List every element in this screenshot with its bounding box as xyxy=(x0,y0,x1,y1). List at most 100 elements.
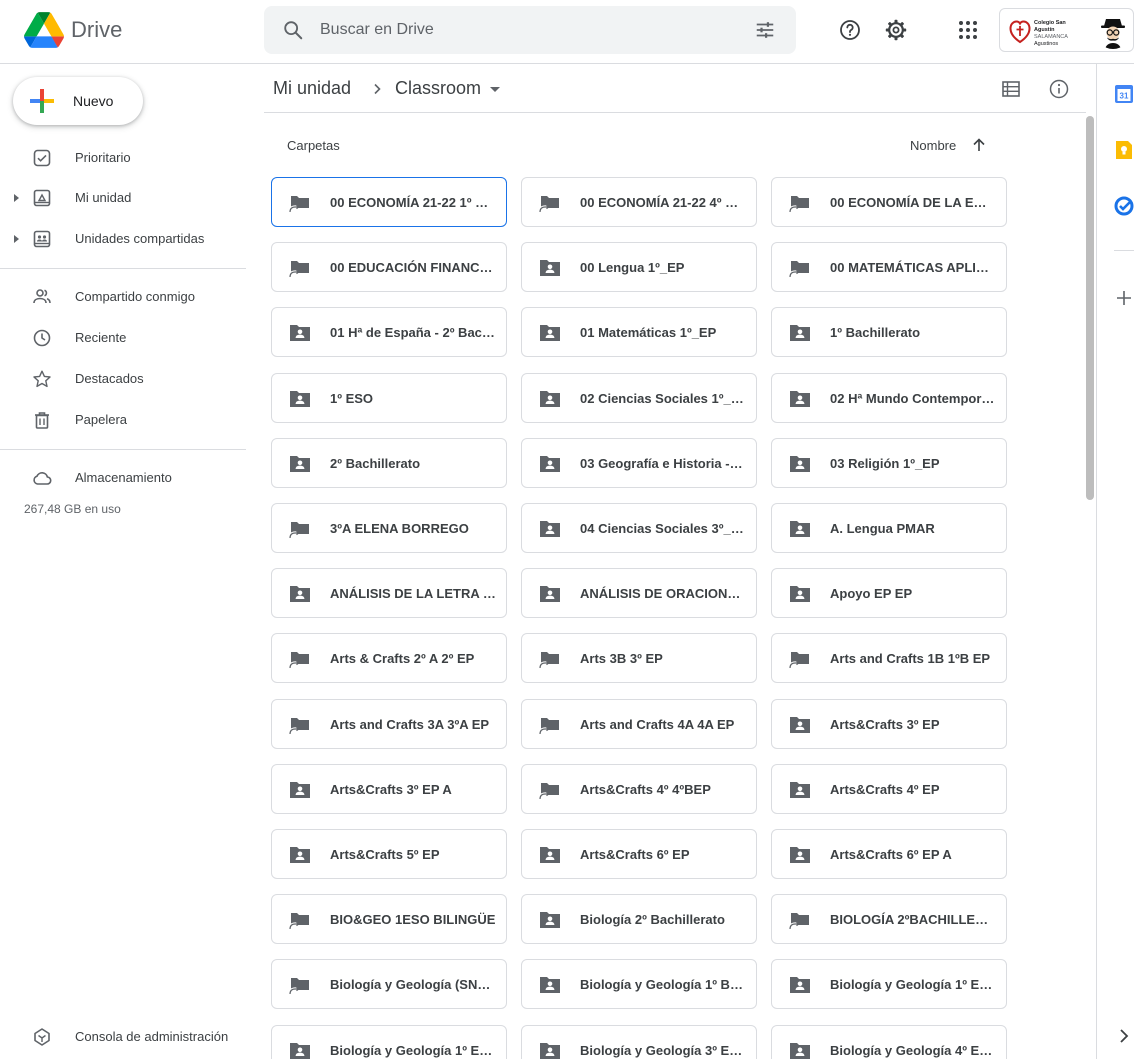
sidebar-item-shared-drives[interactable]: Unidades compartidas xyxy=(0,222,246,256)
calendar-icon[interactable]: 31 xyxy=(1114,84,1134,104)
shortcut-folder-icon xyxy=(789,652,809,669)
folder-card[interactable]: 01 Hª de España - 2º Bachillerato xyxy=(271,307,507,357)
shared-folder-icon xyxy=(540,847,560,863)
folder-card[interactable]: Arts and Crafts 4A 4A EP xyxy=(521,699,757,749)
sidebar-item-storage[interactable]: Almacenamiento xyxy=(0,461,246,495)
folder-card[interactable]: Biología y Geología 1º ESO xyxy=(771,959,1007,1009)
tasks-icon[interactable] xyxy=(1114,196,1134,216)
folder-card[interactable]: 2º Bachillerato xyxy=(271,438,507,488)
chevron-down-icon[interactable] xyxy=(490,87,500,92)
shortcut-folder-icon xyxy=(289,913,309,930)
folder-card[interactable]: Arts and Crafts 3A 3ºA EP xyxy=(271,699,507,749)
folder-card[interactable]: 00 ECONOMÍA 21-22 1º BACHILLERATO xyxy=(271,177,507,227)
folder-card[interactable]: Biología y Geología 1º Bachillerato xyxy=(521,959,757,1009)
shortcut-folder-icon xyxy=(289,522,309,539)
list-view-icon[interactable] xyxy=(1000,78,1022,100)
folder-name: 02 Ciencias Sociales 1º_EP xyxy=(580,391,746,406)
folder-card[interactable]: Arts&Crafts 6º EP A xyxy=(771,829,1007,879)
folder-card[interactable]: Arts&Crafts 3º EP A xyxy=(271,764,507,814)
folder-card[interactable]: 1º Bachillerato xyxy=(771,307,1007,357)
folder-card[interactable]: Arts&Crafts 4º 4ºBEP xyxy=(521,764,757,814)
folder-card[interactable]: 3ºA ELENA BORREGO xyxy=(271,503,507,553)
folder-card[interactable]: Arts&Crafts 4º EP xyxy=(771,764,1007,814)
folder-name: Arts&Crafts 3º EP xyxy=(830,717,940,732)
folder-card[interactable]: Arts 3B 3º EP xyxy=(521,633,757,683)
folder-card[interactable]: 00 EDUCACIÓN FINANCIERA xyxy=(271,242,507,292)
breadcrumb-current[interactable]: Classroom xyxy=(395,78,481,99)
folder-card[interactable]: 00 MATEMÁTICAS APLICADAS xyxy=(771,242,1007,292)
folder-name: Apoyo EP EP xyxy=(830,586,913,601)
folder-card[interactable]: 03 Religión 1º_EP xyxy=(771,438,1007,488)
drive-logo-icon[interactable] xyxy=(24,12,64,48)
folder-card[interactable]: 00 ECONOMÍA 21-22 4º ESO xyxy=(521,177,757,227)
sidebar-item-priority[interactable]: Prioritario xyxy=(0,141,246,175)
folder-card[interactable]: 02 Hª Mundo Contemporáneo xyxy=(771,373,1007,423)
search-icon[interactable] xyxy=(282,19,304,41)
trash-icon xyxy=(35,412,49,429)
folder-name: 00 MATEMÁTICAS APLICADAS xyxy=(830,260,996,275)
folder-card[interactable]: 1º ESO xyxy=(271,373,507,423)
folder-card[interactable]: Biología y Geología 3º ESO xyxy=(521,1025,757,1059)
info-icon[interactable] xyxy=(1048,78,1070,100)
folder-card[interactable]: ANÁLISIS DE ORACIONES SIMPLES xyxy=(521,568,757,618)
account-switcher[interactable]: Colegio San Agustín SALAMANCA Agustinos xyxy=(999,8,1134,52)
folder-card[interactable]: BIOLOGÍA 2ºBACHILLERATO xyxy=(771,894,1007,944)
search-options-icon[interactable] xyxy=(754,19,776,41)
folder-card[interactable]: Arts & Crafts 2º A 2º EP xyxy=(271,633,507,683)
sidebar-item-my-drive[interactable]: Mi unidad xyxy=(0,181,246,215)
add-addon-plus-icon[interactable] xyxy=(1114,288,1134,308)
search-input[interactable] xyxy=(320,18,720,42)
shared-with-me-icon xyxy=(33,289,51,304)
new-button[interactable]: Nuevo xyxy=(13,77,143,125)
shared-folder-icon xyxy=(540,1043,560,1059)
folder-name: 1º ESO xyxy=(330,391,374,406)
folder-card[interactable]: 00 Lengua 1º_EP xyxy=(521,242,757,292)
my-drive-icon xyxy=(33,189,51,207)
folder-card[interactable]: 02 Ciencias Sociales 1º_EP xyxy=(521,373,757,423)
shortcut-folder-icon xyxy=(289,196,309,213)
folder-name: BIOLOGÍA 2ºBACHILLERATO xyxy=(830,912,996,927)
folder-card[interactable]: Biología 2º Bachillerato xyxy=(521,894,757,944)
sidebar-item-trash[interactable]: Papelera xyxy=(0,403,246,437)
chevron-right-icon[interactable] xyxy=(1114,1026,1134,1046)
expand-arrow-icon[interactable] xyxy=(14,194,19,202)
folder-card[interactable]: A. Lengua PMAR xyxy=(771,503,1007,553)
help-icon[interactable] xyxy=(838,18,862,42)
admin-console-link[interactable]: Consola de administración xyxy=(0,1020,246,1054)
search-bar[interactable] xyxy=(264,6,796,54)
sidebar-item-label: Compartido conmigo xyxy=(75,289,195,304)
sidebar-item-recent[interactable]: Reciente xyxy=(0,321,246,355)
apps-grid-icon[interactable] xyxy=(956,18,980,42)
keep-icon[interactable] xyxy=(1114,140,1134,160)
app-name[interactable]: Drive xyxy=(71,17,122,43)
shortcut-folder-icon xyxy=(289,261,309,278)
folder-card[interactable]: Apoyo EP EP xyxy=(771,568,1007,618)
folder-card[interactable]: ANÁLISIS DE LA LETRA DE LA CANCIÓN xyxy=(271,568,507,618)
shortcut-folder-icon xyxy=(789,913,809,930)
folder-card[interactable]: Arts&Crafts 5º EP xyxy=(271,829,507,879)
folder-card[interactable]: 03 Geografía e Historia - 3º ESO xyxy=(521,438,757,488)
folder-card[interactable]: Arts&Crafts 3º EP xyxy=(771,699,1007,749)
admin-console-icon xyxy=(34,1028,50,1046)
folder-card[interactable]: 04 Ciencias Sociales 3º_EP xyxy=(521,503,757,553)
folder-name: Biología y Geología 1º ESO xyxy=(330,1043,496,1058)
breadcrumb-root[interactable]: Mi unidad xyxy=(273,78,351,99)
folder-card[interactable]: Arts&Crafts 6º EP xyxy=(521,829,757,879)
shared-folder-icon xyxy=(790,325,810,341)
folder-name: 00 ECONOMÍA 21-22 1º BACHILLERATO xyxy=(330,195,496,210)
sidebar-item-shared-with-me[interactable]: Compartido conmigo xyxy=(0,280,246,314)
folder-card[interactable]: Biología y Geología 1º ESO xyxy=(271,1025,507,1059)
user-avatar[interactable] xyxy=(1096,15,1130,49)
folder-card[interactable]: Biología y Geología 4º ESO xyxy=(771,1025,1007,1059)
sort-by-name-button[interactable]: Nombre xyxy=(910,138,956,153)
folder-card[interactable]: 01 Matemáticas 1º_EP xyxy=(521,307,757,357)
folder-card[interactable]: BIO&GEO 1ESO BILINGÜE xyxy=(271,894,507,944)
folder-card[interactable]: 00 ECONOMÍA DE LA EMPRESA xyxy=(771,177,1007,227)
folder-card[interactable]: Biología y Geología (SNB) 1º ESO xyxy=(271,959,507,1009)
settings-gear-icon[interactable] xyxy=(884,18,908,42)
sidebar-item-starred[interactable]: Destacados xyxy=(0,362,246,396)
folder-card[interactable]: Arts and Crafts 1B 1ºB EP xyxy=(771,633,1007,683)
expand-arrow-icon[interactable] xyxy=(14,235,19,243)
scrollbar-thumb[interactable] xyxy=(1086,116,1094,500)
arrow-up-icon[interactable] xyxy=(971,137,987,153)
